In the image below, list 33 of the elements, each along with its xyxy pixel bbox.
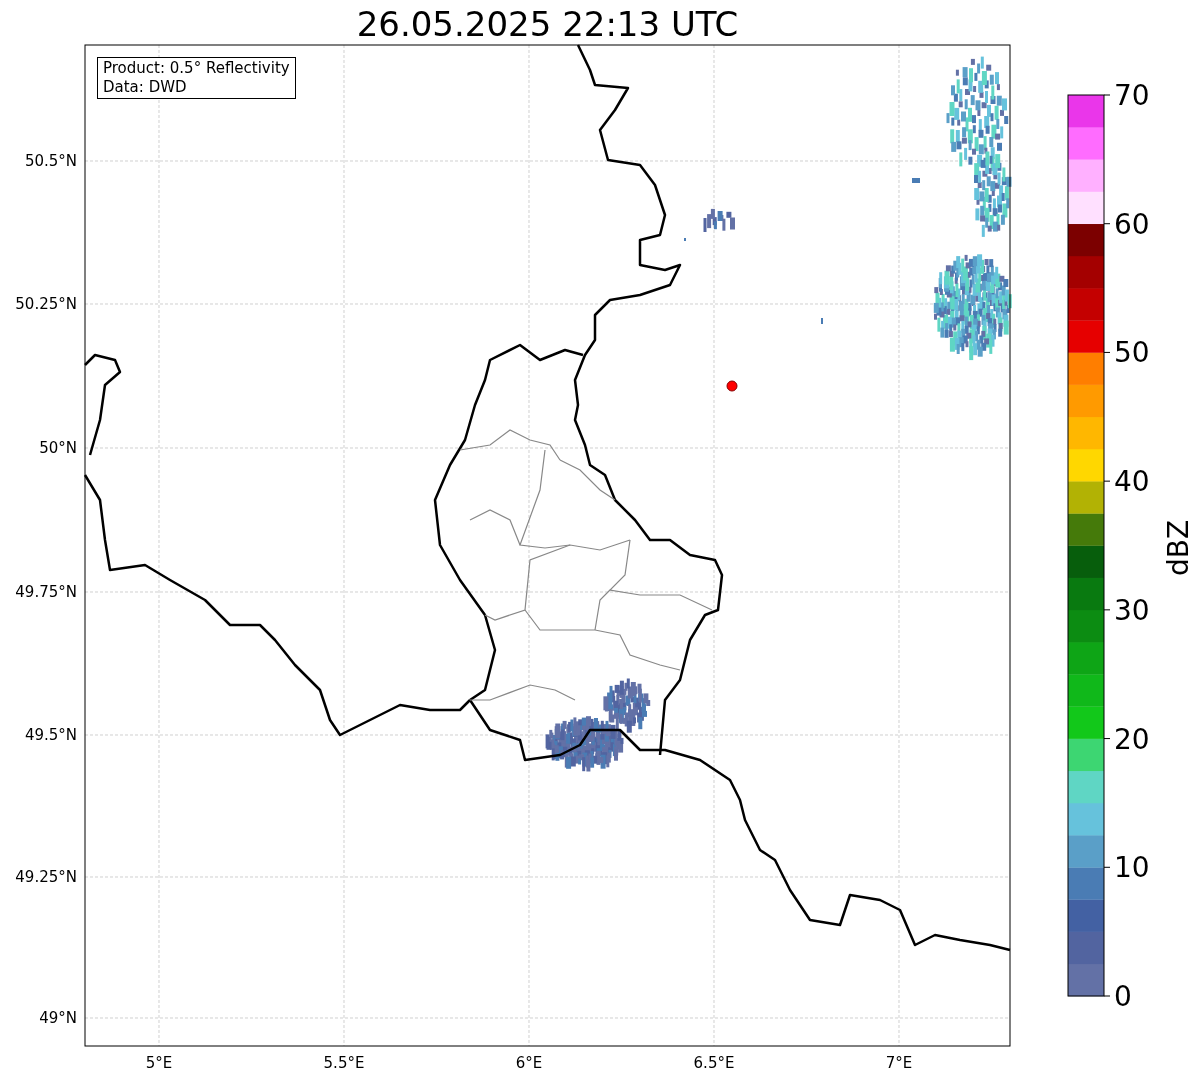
longitude-label: 6°E xyxy=(515,1054,543,1072)
longitude-label: 5.5°E xyxy=(323,1054,365,1072)
chart-title: 26.05.2025 22:13 UTC xyxy=(355,4,740,44)
station-marker xyxy=(726,380,738,392)
latitude-label: 49.25°N xyxy=(15,868,77,886)
tick-mark xyxy=(1103,480,1111,482)
latitude-label: 50.25°N xyxy=(15,295,77,313)
latitude-label: 49.5°N xyxy=(24,726,77,744)
tick-mark xyxy=(1103,94,1111,96)
scale-tick-label: 60 xyxy=(1114,207,1150,241)
scale-tick-label: 0 xyxy=(1114,980,1132,1013)
latitude-label: 50°N xyxy=(39,439,77,457)
longitude-label: 5°E xyxy=(145,1054,173,1072)
scale-tick-label: 70 xyxy=(1114,79,1150,112)
scale-tick-label: 20 xyxy=(1114,722,1150,756)
latitude-label: 49°N xyxy=(39,1009,77,1027)
info-box: Product: 0.5° Reflectivity Data: DWD xyxy=(97,57,296,99)
tick-mark xyxy=(1103,866,1111,868)
longitude-label: 7°E xyxy=(885,1054,913,1072)
scale-tick-label: 10 xyxy=(1114,851,1150,885)
latitude-label: 49.75°N xyxy=(15,583,77,601)
tick-mark xyxy=(1103,738,1111,740)
scale-axis-label: dBZ xyxy=(1162,519,1195,577)
latitude-label: 50.5°N xyxy=(24,152,77,170)
scale-tick-label: 40 xyxy=(1114,465,1150,499)
tick-mark xyxy=(1103,351,1111,353)
radar-echo xyxy=(703,208,735,232)
scale-tick-label: 50 xyxy=(1114,336,1150,370)
scale-tick-label: 30 xyxy=(1114,593,1150,627)
longitude-label: 6.5°E xyxy=(693,1054,735,1072)
tick-mark xyxy=(1103,609,1111,611)
tick-mark xyxy=(1103,223,1111,225)
tick-mark xyxy=(1103,995,1111,997)
